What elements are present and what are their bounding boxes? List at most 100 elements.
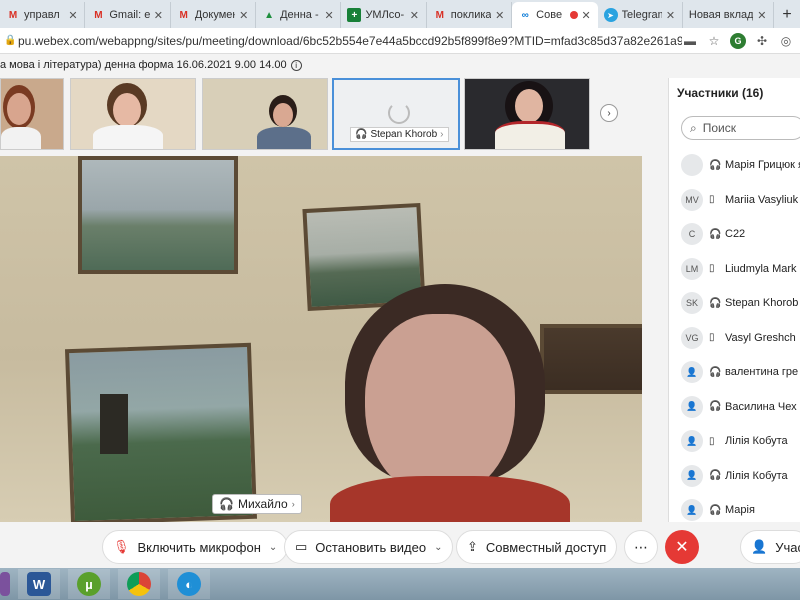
phone-icon: ▯	[709, 263, 715, 275]
close-icon[interactable]: ✕	[495, 9, 505, 22]
chevron-down-icon[interactable]: ⌄	[269, 542, 277, 553]
participant-body	[495, 121, 565, 149]
participant-face	[113, 93, 141, 127]
phone-icon: ▯	[709, 332, 715, 344]
tab-8[interactable]: ➤Telegram✕	[598, 2, 683, 28]
taskbar-utorrent[interactable]: µ	[68, 569, 110, 599]
headset-icon: 🎧	[219, 497, 234, 511]
avatar	[681, 154, 703, 177]
thumbnail-video[interactable]	[70, 78, 196, 150]
list-item[interactable]: 👤 🎧 Василина Чех	[669, 390, 800, 425]
word-icon: W	[27, 572, 51, 596]
sheets-icon: +	[347, 8, 362, 22]
close-icon[interactable]: ✕	[324, 9, 334, 22]
participant-face	[7, 93, 31, 125]
chevron-down-icon[interactable]: ⌄	[434, 542, 442, 553]
star-icon[interactable]: ☆	[706, 33, 722, 49]
next-thumbnails-button[interactable]: ›	[600, 104, 618, 122]
list-item[interactable]: 👤 ▯ Лілія Кобута	[669, 424, 800, 459]
headset-icon: 🎧	[709, 228, 722, 240]
participants-search-input[interactable]: ⌕ Поиск	[681, 116, 800, 140]
phone-icon: ▯	[709, 435, 715, 447]
participant-body	[257, 127, 311, 149]
user-icon: 👤	[681, 361, 703, 384]
taskbar-viber[interactable]	[0, 569, 10, 599]
taskbar-webex[interactable]: ◐	[168, 569, 210, 599]
profile-icon[interactable]: ◎	[778, 33, 794, 49]
meeting-info: а мова і література) денна форма 16.06.2…	[0, 56, 302, 74]
list-item[interactable]: 🎧 Марія Грицюк я	[669, 148, 800, 183]
list-item[interactable]: MV ▯ Mariia Vasyliuk	[669, 183, 800, 218]
mail-icon: M	[8, 9, 18, 21]
list-item[interactable]: VG ▯ Vasyl Greshch	[669, 321, 800, 356]
gmail-icon: M	[94, 9, 103, 21]
avatar: SK	[681, 292, 703, 315]
avatar: LM	[681, 257, 703, 280]
list-item[interactable]: SK 🎧 Stepan Khorob	[669, 286, 800, 321]
chevron-right-icon: ›	[291, 499, 295, 509]
address-actions: ▬ ☆ G ✣ ◎	[682, 32, 800, 49]
browser-tab-strip: Mуправл ✕ M Gmail: e ✕ M Докумен ✕ ▲ Денна - ✕…	[0, 0, 800, 28]
meeting-title: а мова і література) денна форма 16.06.2…	[0, 59, 287, 71]
headset-icon: 🎧	[709, 504, 722, 516]
painting-landscape-1	[78, 156, 238, 274]
grammarly-icon[interactable]: G	[730, 32, 746, 49]
thumbnail-video[interactable]	[464, 78, 590, 150]
user-icon: 👤	[681, 499, 703, 522]
share-button[interactable]: ⇪ Совместный доступ	[456, 530, 618, 564]
taskbar-chrome[interactable]	[118, 569, 160, 599]
list-item[interactable]: C 🎧 C22	[669, 217, 800, 252]
new-tab-button[interactable]: +	[774, 2, 800, 28]
painting-dark	[540, 324, 642, 394]
info-icon[interactable]: i	[290, 59, 302, 71]
close-icon[interactable]: ✕	[666, 9, 676, 22]
extensions-icon[interactable]: ✣	[754, 33, 770, 49]
tab-3[interactable]: M Докумен ✕	[171, 2, 257, 28]
close-icon[interactable]: ✕	[757, 9, 767, 22]
leave-meeting-button[interactable]: ✕	[665, 530, 699, 564]
meeting-controls: 🎙 Включить микрофон ⌄ ▭ Остановить видео…	[0, 526, 800, 566]
windmill-shape	[100, 394, 128, 454]
close-icon[interactable]: ✕	[582, 9, 592, 22]
list-item[interactable]: 👤 🎧 валентина гре	[669, 355, 800, 390]
close-icon: ✕	[675, 539, 689, 556]
share-icon: ⇪	[467, 539, 478, 554]
thumbnail-video[interactable]	[0, 78, 64, 150]
list-item[interactable]: 👤 🎧 Лілія Кобута	[669, 459, 800, 494]
speaker-face	[365, 314, 515, 499]
tab-1[interactable]: Mуправл ✕	[0, 2, 86, 28]
close-icon[interactable]: ✕	[410, 9, 420, 22]
close-icon[interactable]: ✕	[154, 9, 164, 22]
list-item[interactable]: LM ▯ Liudmyla Mark	[669, 252, 800, 287]
user-icon: 👤	[681, 395, 703, 418]
tab-4[interactable]: ▲ Денна - ✕	[256, 2, 342, 28]
thumbnail-video[interactable]	[202, 78, 328, 150]
tab-5[interactable]: + УМЛсо- ✕	[341, 2, 427, 28]
avatar: MV	[681, 188, 703, 211]
lock-icon[interactable]: 🔒	[4, 35, 18, 46]
more-options-button[interactable]: ⋯	[624, 530, 658, 564]
thumbnail-loading[interactable]: 🎧 Stepan Khorob ›	[332, 78, 460, 150]
tab-2[interactable]: M Gmail: e ✕	[85, 2, 171, 28]
camera-icon: ▭	[295, 539, 308, 554]
list-item[interactable]: 👤 🎧 Марія	[669, 493, 800, 528]
tab-6[interactable]: Mпоклика ✕	[427, 2, 513, 28]
user-icon: 👤	[681, 430, 703, 453]
mute-button[interactable]: 🎙 Включить микрофон ⌄	[102, 530, 289, 564]
avatar: C	[681, 223, 703, 246]
headset-icon: 🎧	[709, 366, 722, 378]
speaker-name-label[interactable]: 🎧 Михайло ›	[212, 494, 302, 514]
url-field[interactable]: pu.webex.com/webappng/sites/pu/meeting/d…	[18, 34, 682, 48]
close-icon[interactable]: ✕	[239, 9, 249, 22]
thumbnail-name-label: 🎧 Stepan Khorob ›	[350, 127, 449, 142]
address-bar: 🔒 pu.webex.com/webappng/sites/pu/meeting…	[0, 28, 800, 54]
people-icon: 👤	[751, 539, 768, 554]
tab-7-active[interactable]: ∞ Сове ✕	[512, 2, 598, 28]
close-icon[interactable]: ✕	[68, 9, 78, 22]
tab-9[interactable]: Новая вклад ✕	[683, 2, 775, 28]
main-video[interactable]: 🎧 Михайло ›	[0, 156, 642, 522]
participants-button[interactable]: 👤 Участ	[740, 530, 800, 564]
stop-video-button[interactable]: ▭ Остановить видео ⌄	[284, 530, 454, 564]
taskbar-word[interactable]: W	[18, 569, 60, 599]
camera-icon[interactable]: ▬	[682, 33, 698, 49]
